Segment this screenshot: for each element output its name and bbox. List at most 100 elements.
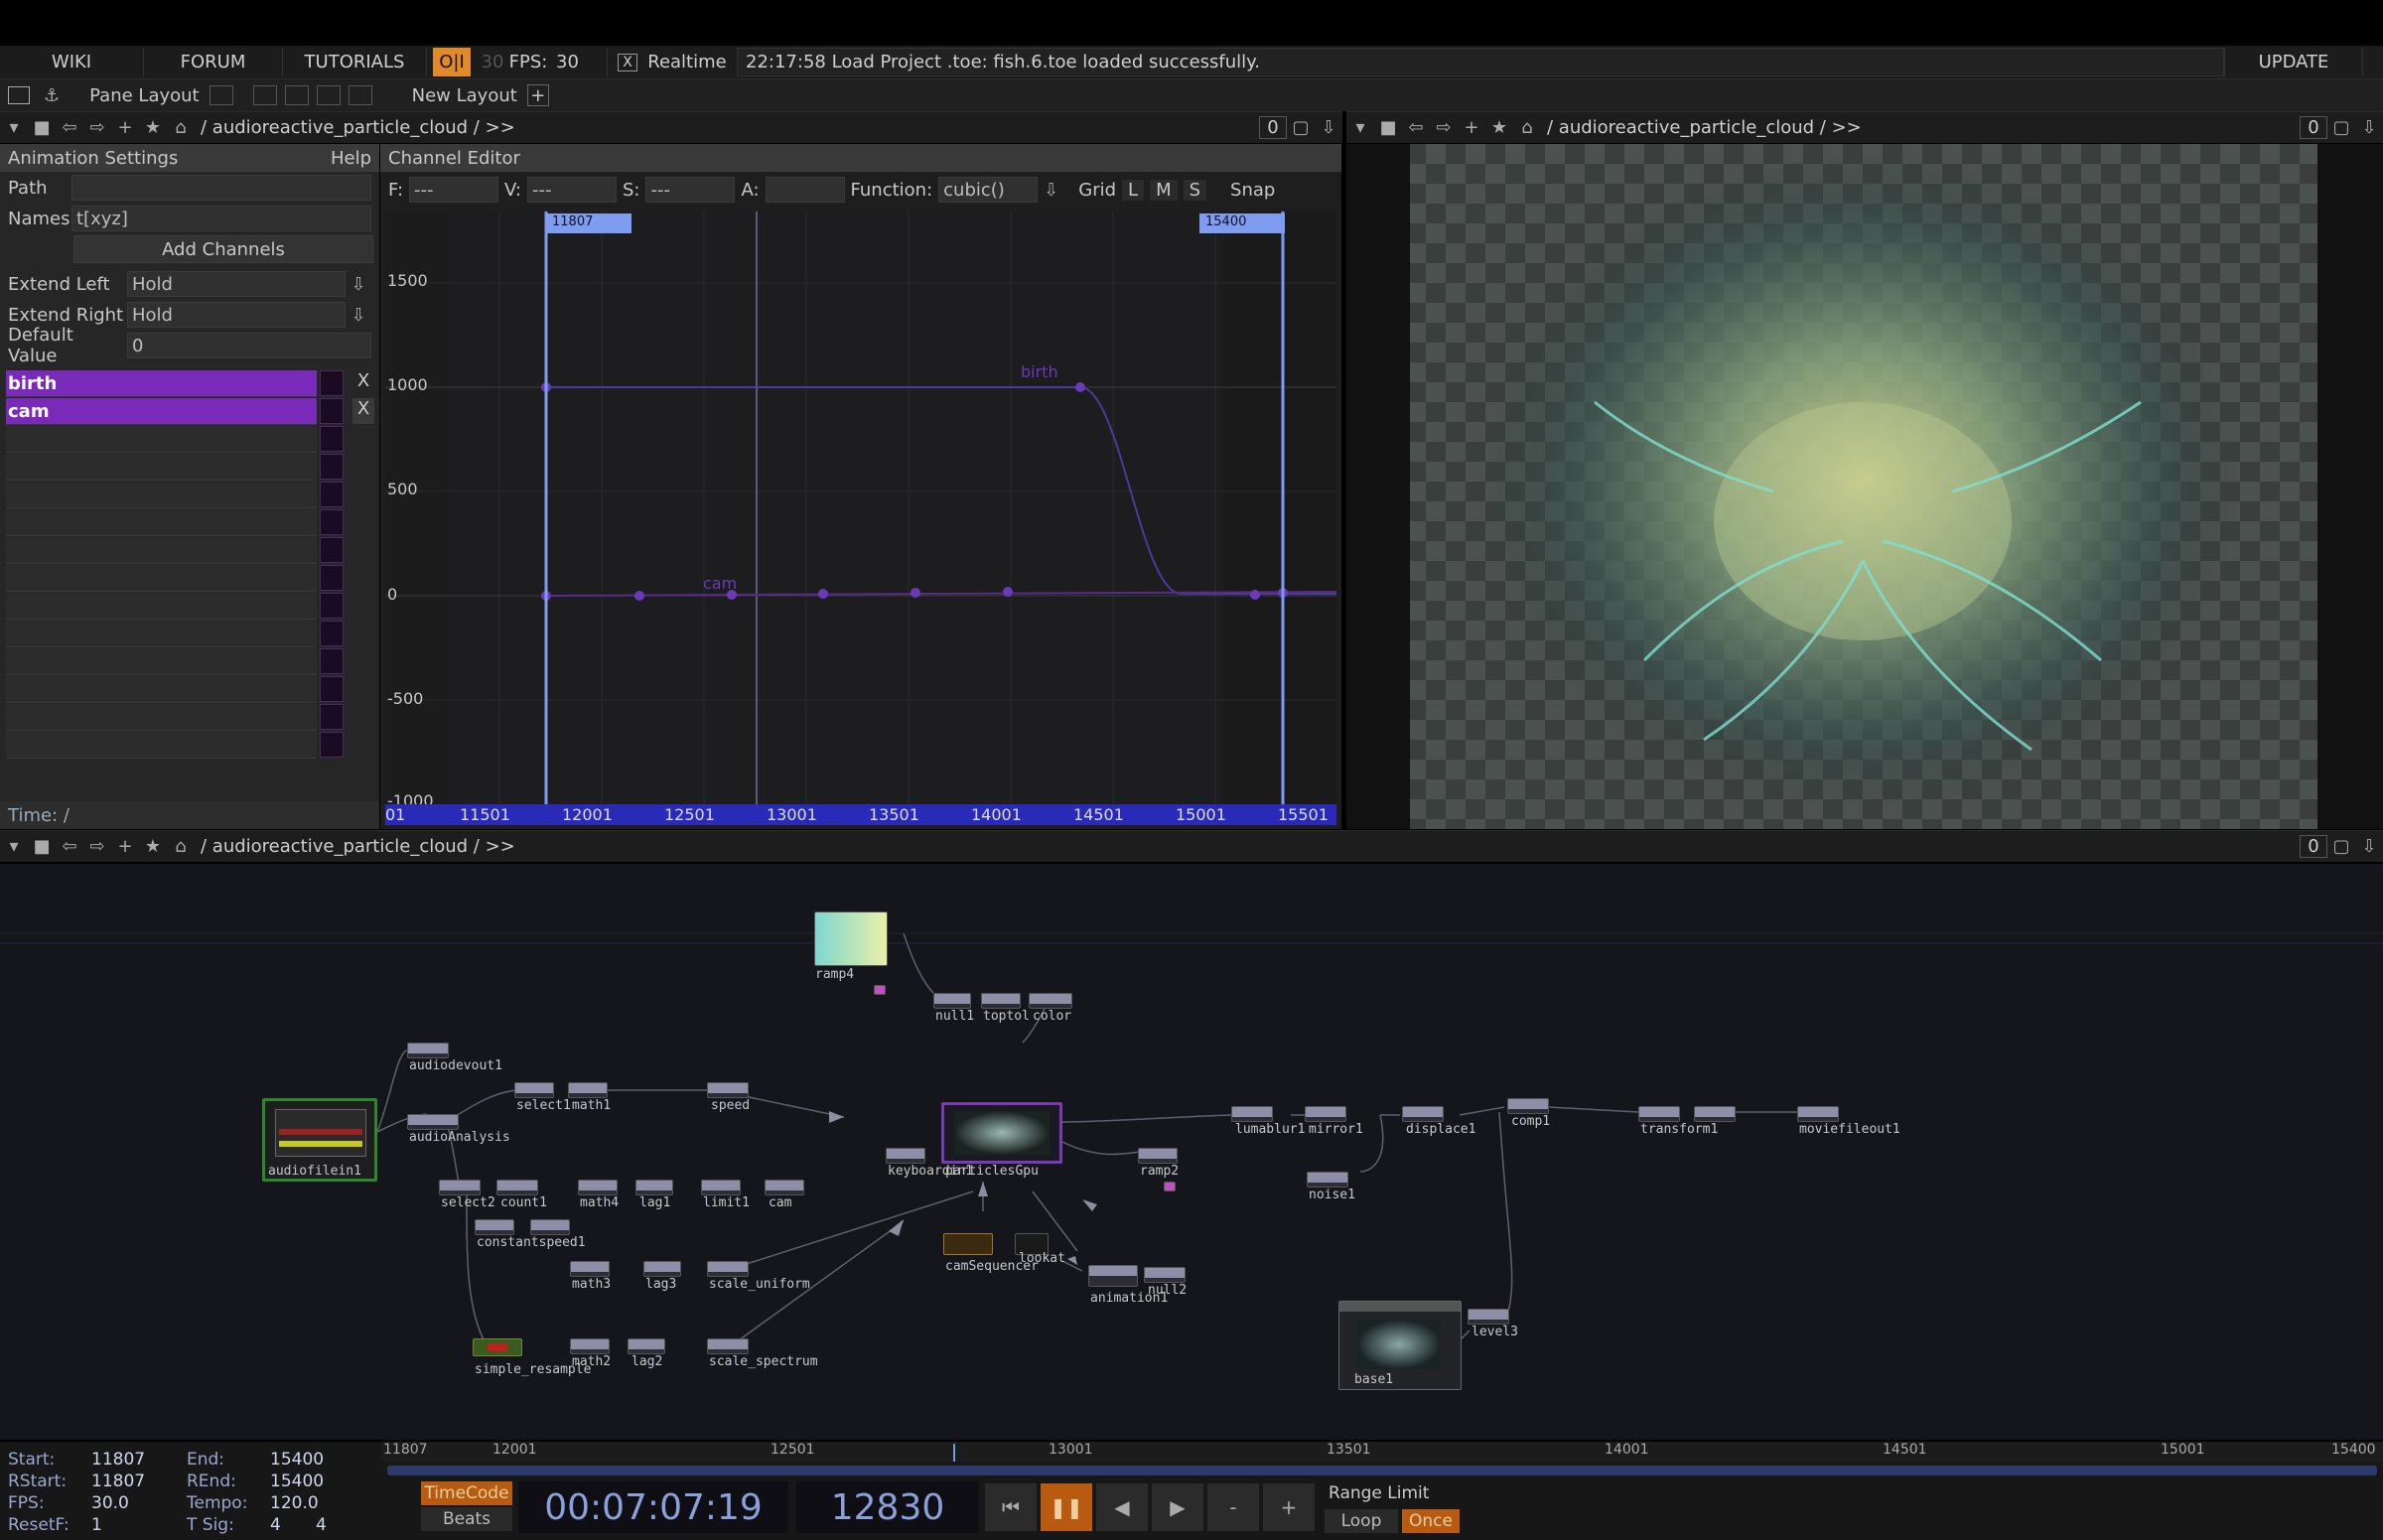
- function-field[interactable]: cubic(): [938, 177, 1039, 203]
- new-layout-label[interactable]: New Layout: [412, 85, 517, 106]
- forward-icon[interactable]: ⇨: [83, 836, 111, 857]
- node-scale_uniform[interactable]: [707, 1261, 749, 1277]
- pane-zero[interactable]: 0: [2300, 116, 2327, 139]
- channel-row-empty[interactable]: [6, 565, 317, 592]
- minus-icon[interactable]: -: [1207, 1483, 1259, 1531]
- maximize-icon[interactable]: ▢: [2327, 117, 2355, 138]
- node-transform1b[interactable]: [1694, 1106, 1736, 1122]
- node-noise1[interactable]: [1307, 1172, 1348, 1188]
- frame-display[interactable]: 12830: [796, 1481, 979, 1533]
- layout-preset-5[interactable]: [348, 85, 372, 105]
- node-displace1[interactable]: [1402, 1106, 1444, 1122]
- update-button[interactable]: UPDATE: [2224, 48, 2363, 76]
- s-field[interactable]: ---: [645, 177, 736, 203]
- node-select2[interactable]: [439, 1180, 481, 1195]
- node-level3[interactable]: [1468, 1309, 1509, 1325]
- step-back-icon[interactable]: ◀: [1096, 1483, 1148, 1531]
- pane-layout-label[interactable]: Pane Layout: [89, 85, 199, 106]
- add-icon[interactable]: +: [111, 836, 139, 857]
- channel-color-swatch[interactable]: [320, 370, 344, 396]
- node-null2[interactable]: [1144, 1267, 1186, 1283]
- node-toptol[interactable]: [981, 993, 1021, 1009]
- layout-preset-2[interactable]: [252, 85, 277, 105]
- start-value[interactable]: 11807: [91, 1450, 145, 1470]
- forum-button[interactable]: FORUM: [144, 48, 283, 76]
- node-constantspeed1b[interactable]: [530, 1219, 570, 1235]
- network-path[interactable]: / audioreactive_particle_cloud / >>: [1547, 117, 1862, 138]
- forward-icon[interactable]: ⇨: [83, 117, 111, 138]
- channel-row-empty[interactable]: [6, 704, 317, 731]
- anchor-icon[interactable]: ⚓: [44, 85, 60, 106]
- timeline-scroll[interactable]: [387, 1466, 2377, 1475]
- node-audioAnalysis[interactable]: [407, 1114, 459, 1130]
- node-limit1[interactable]: [701, 1180, 741, 1195]
- help-button[interactable]: Help: [331, 148, 371, 169]
- resetf-value[interactable]: 1: [91, 1515, 102, 1535]
- channel-color-swatch[interactable]: [320, 648, 344, 674]
- forward-icon[interactable]: ⇨: [1430, 117, 1458, 138]
- pane-zero[interactable]: 0: [2300, 835, 2327, 858]
- fps-value[interactable]: 30.0: [91, 1493, 129, 1513]
- node-lag1[interactable]: [635, 1180, 673, 1195]
- a-field[interactable]: [765, 177, 845, 203]
- node-comp1[interactable]: [1507, 1098, 1549, 1114]
- pane-zero[interactable]: 0: [1259, 116, 1287, 139]
- home-icon[interactable]: ⌂: [167, 836, 195, 857]
- back-icon[interactable]: ⇦: [56, 836, 83, 857]
- tempo-value[interactable]: 120.0: [270, 1493, 319, 1513]
- beats-toggle[interactable]: Beats: [421, 1507, 512, 1531]
- star-icon[interactable]: ★: [139, 117, 167, 138]
- node-ramp2[interactable]: [1138, 1148, 1178, 1164]
- node-transform1[interactable]: [1638, 1106, 1680, 1122]
- channel-color-swatch[interactable]: [320, 537, 344, 563]
- channel-color-swatch[interactable]: [320, 482, 344, 507]
- node-color[interactable]: [1029, 993, 1072, 1009]
- channel-graph[interactable]: 11807 15400 birth cam 1500 1000 500 0 -5…: [385, 211, 1337, 810]
- once-toggle[interactable]: Once: [1402, 1509, 1460, 1533]
- node-cam[interactable]: [765, 1180, 804, 1195]
- oi-toggle[interactable]: O|I: [433, 48, 471, 76]
- channel-row-empty[interactable]: [6, 482, 317, 508]
- node-moviefileout1[interactable]: [1797, 1106, 1839, 1122]
- grid-s-button[interactable]: S: [1183, 179, 1207, 201]
- maximize-icon[interactable]: ▢: [2327, 836, 2355, 857]
- layout-preset-3[interactable]: [284, 85, 309, 105]
- realtime-checkbox[interactable]: X: [618, 53, 637, 71]
- channel-row-empty[interactable]: [6, 537, 317, 564]
- node-flag[interactable]: [874, 985, 886, 995]
- wiki-button[interactable]: WIKI: [0, 48, 144, 76]
- channel-delete-birth[interactable]: X: [352, 370, 374, 396]
- channel-row-empty[interactable]: [6, 676, 317, 703]
- loop-toggle[interactable]: Loop: [1325, 1509, 1398, 1533]
- channel-row-empty[interactable]: [6, 732, 317, 759]
- stop-icon[interactable]: ■: [1374, 117, 1402, 138]
- add-icon[interactable]: +: [111, 117, 139, 138]
- channel-row-empty[interactable]: [6, 454, 317, 481]
- pause-icon[interactable]: ❚❚: [1041, 1483, 1092, 1531]
- channel-color-swatch[interactable]: [320, 509, 344, 535]
- node-math2[interactable]: [570, 1338, 610, 1354]
- download-icon[interactable]: ⇩: [2355, 836, 2383, 857]
- channel-color-swatch[interactable]: [320, 593, 344, 619]
- channel-color-swatch[interactable]: [320, 676, 344, 702]
- extend-left-field[interactable]: Hold: [127, 271, 346, 297]
- timecode-toggle[interactable]: TimeCode: [421, 1481, 512, 1505]
- path-field[interactable]: [71, 175, 371, 201]
- home-icon[interactable]: ⌂: [167, 117, 195, 138]
- channel-color-swatch[interactable]: [320, 565, 344, 591]
- function-dropdown-icon[interactable]: ⇩: [1044, 180, 1058, 201]
- node-audiodevout1[interactable]: [407, 1043, 449, 1058]
- channel-color-swatch[interactable]: [320, 621, 344, 646]
- node-count1[interactable]: [496, 1180, 538, 1195]
- channel-row-empty[interactable]: [6, 648, 317, 675]
- grid-m-button[interactable]: M: [1150, 179, 1178, 201]
- node-ramp4[interactable]: [814, 911, 888, 966]
- v-field[interactable]: ---: [526, 177, 617, 203]
- maximize-icon[interactable]: ▢: [1287, 117, 1315, 138]
- back-icon[interactable]: ⇦: [56, 117, 83, 138]
- channel-time-ruler[interactable]: 01 11501 12001 12501 13001 13501 14001 1…: [385, 804, 1336, 825]
- extend-left-dropdown-icon[interactable]: ⇩: [346, 274, 371, 295]
- step-forward-icon[interactable]: ▶: [1152, 1483, 1203, 1531]
- download-icon[interactable]: ⇩: [2355, 117, 2383, 138]
- node-speed[interactable]: [707, 1082, 749, 1098]
